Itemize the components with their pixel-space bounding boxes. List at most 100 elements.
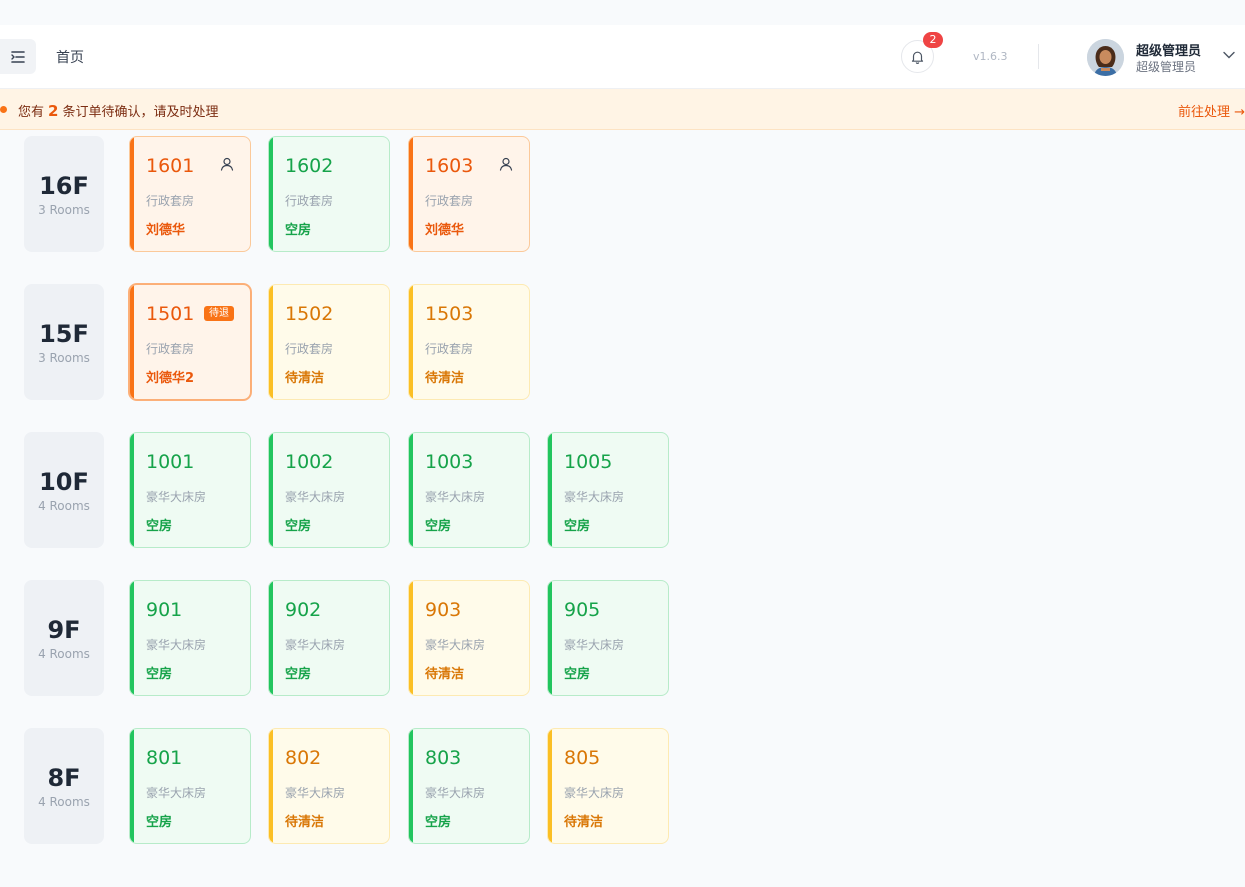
room-status: 空房 (425, 815, 452, 830)
floor-number: 16F (39, 171, 89, 200)
room-card[interactable]: 902 豪华大床房空房 (268, 580, 390, 696)
notice-suffix: 条订单待确认，请及时处理 (62, 105, 219, 120)
room-status: 空房 (425, 519, 452, 534)
person-icon (220, 157, 234, 171)
room-type: 行政套房 (285, 194, 334, 208)
floor-number: 8F (47, 763, 81, 792)
room-number: 1005 (564, 451, 613, 473)
room-status: 空房 (146, 667, 173, 682)
room-number: 901 (146, 599, 183, 621)
floor-number: 15F (39, 319, 89, 348)
room-type: 豪华大床房 (146, 638, 207, 652)
room-type: 行政套房 (425, 194, 474, 208)
notice-text: 您有 2 条订单待确认，请及时处理 (18, 101, 218, 120)
top-bar: 首页 2 v1.6.3 超级管理员 超级管理员 (0, 25, 1245, 89)
room-card[interactable]: 1502 行政套房待清洁 (268, 284, 390, 400)
floor-label: 15F 3 Rooms (24, 284, 104, 400)
room-status: 待清洁 (425, 371, 465, 386)
floor-room-count: 4 Rooms (38, 646, 90, 661)
floor-room-count: 3 Rooms (38, 350, 90, 365)
room-status: 空房 (564, 667, 591, 682)
room-card[interactable]: 1003 豪华大床房空房 (408, 432, 530, 548)
room-type: 豪华大床房 (425, 490, 486, 504)
room-type: 豪华大床房 (425, 638, 486, 652)
room-status: 待清洁 (425, 667, 465, 682)
notification-badge: 2 (923, 32, 943, 48)
room-status: 空房 (564, 519, 591, 534)
floor-room-count: 3 Rooms (38, 202, 90, 217)
room-number: 1601 (146, 155, 195, 177)
room-type: 豪华大床房 (285, 490, 346, 504)
room-card[interactable]: 1603 行政套房刘德华 (408, 136, 530, 252)
room-number: 801 (146, 747, 183, 769)
room-card[interactable]: 1501 行政套房 刘德华2 待退 (129, 284, 251, 400)
room-number: 1503 (425, 303, 474, 325)
floor-number: 9F (47, 615, 81, 644)
chevron-down-icon[interactable] (1223, 51, 1235, 59)
room-card[interactable]: 903 豪华大床房待清洁 (408, 580, 530, 696)
floor-room-count: 4 Rooms (38, 498, 90, 513)
room-type: 行政套房 (146, 194, 195, 208)
room-number: 802 (285, 747, 322, 769)
room-card[interactable]: 1601 行政套房刘德华 (129, 136, 251, 252)
floor-label: 9F 4 Rooms (24, 580, 104, 696)
room-status: 待清洁 (285, 815, 325, 830)
floor-label: 10F 4 Rooms (24, 432, 104, 548)
room-status: 刘德华 (146, 223, 186, 238)
breadcrumb-home[interactable]: 首页 (56, 47, 84, 67)
checkout-pending-tag: 待退 (204, 306, 234, 321)
room-card[interactable]: 1001 豪华大床房 空房 (129, 432, 251, 548)
room-card[interactable]: 801 豪华大床房 空房 (129, 728, 251, 844)
version-label: v1.6.3 (973, 50, 1008, 63)
room-status: 空房 (285, 519, 312, 534)
room-type: 豪华大床房 (564, 490, 625, 504)
room-card[interactable]: 905 豪华大床房 空房 (547, 580, 669, 696)
room-status: 空房 (285, 667, 312, 682)
go-process-link[interactable]: 前往处理 → (1178, 101, 1245, 120)
room-card[interactable]: 803 豪华大床房 空房 (408, 728, 530, 844)
person-icon (499, 157, 513, 171)
room-type: 豪华大床房 (285, 638, 346, 652)
room-type: 行政套房 (425, 342, 474, 356)
bell-icon (911, 51, 924, 64)
room-number: 1603 (425, 155, 474, 177)
room-status: 空房 (146, 519, 173, 534)
room-type: 豪华大床房 (146, 490, 207, 504)
room-card[interactable]: 805 豪华大床房待清洁 (547, 728, 669, 844)
room-type: 豪华大床房 (285, 786, 346, 800)
room-status: 空房 (285, 223, 312, 238)
avatar[interactable] (1087, 39, 1124, 76)
room-number: 1002 (285, 451, 334, 473)
room-number: 805 (564, 747, 601, 769)
room-type: 豪华大床房 (425, 786, 486, 800)
room-card[interactable]: 1602 行政套房空房 (268, 136, 390, 252)
notice-count: 2 (48, 102, 59, 120)
room-type: 豪华大床房 (564, 786, 625, 800)
room-card[interactable]: 1002 豪华大床房空房 (268, 432, 390, 548)
room-number: 905 (564, 599, 601, 621)
room-number: 1501 (146, 303, 195, 325)
room-card[interactable]: 901 豪华大床房空房 (129, 580, 251, 696)
room-card[interactable]: 1503 行政套房待清洁 (408, 284, 530, 400)
header-divider (1038, 44, 1039, 69)
room-status: 待清洁 (285, 371, 325, 386)
room-number: 903 (425, 599, 462, 621)
user-avatar-icon (1087, 39, 1124, 76)
room-card[interactable]: 802 豪华大床房待清洁 (268, 728, 390, 844)
room-status: 待清洁 (564, 815, 604, 830)
user-role: 超级管理员 (1136, 60, 1197, 74)
floor-label: 16F 3 Rooms (24, 136, 104, 252)
menu-toggle-button[interactable] (0, 39, 36, 74)
room-status: 刘德华 (425, 223, 465, 238)
room-number: 1602 (285, 155, 334, 177)
room-card[interactable]: 1005 豪华大床房空房 (547, 432, 669, 548)
floor-room-count: 4 Rooms (38, 794, 90, 809)
user-name[interactable]: 超级管理员 (1136, 40, 1201, 59)
room-number: 1003 (425, 451, 474, 473)
pending-orders-notice: 您有 2 条订单待确认，请及时处理 前往处理 → (0, 89, 1245, 130)
room-number: 902 (285, 599, 322, 621)
room-status: 空房 (146, 815, 173, 830)
room-number: 1502 (285, 303, 334, 325)
floor-label: 8F 4 Rooms (24, 728, 104, 844)
room-type: 行政套房 (285, 342, 334, 356)
